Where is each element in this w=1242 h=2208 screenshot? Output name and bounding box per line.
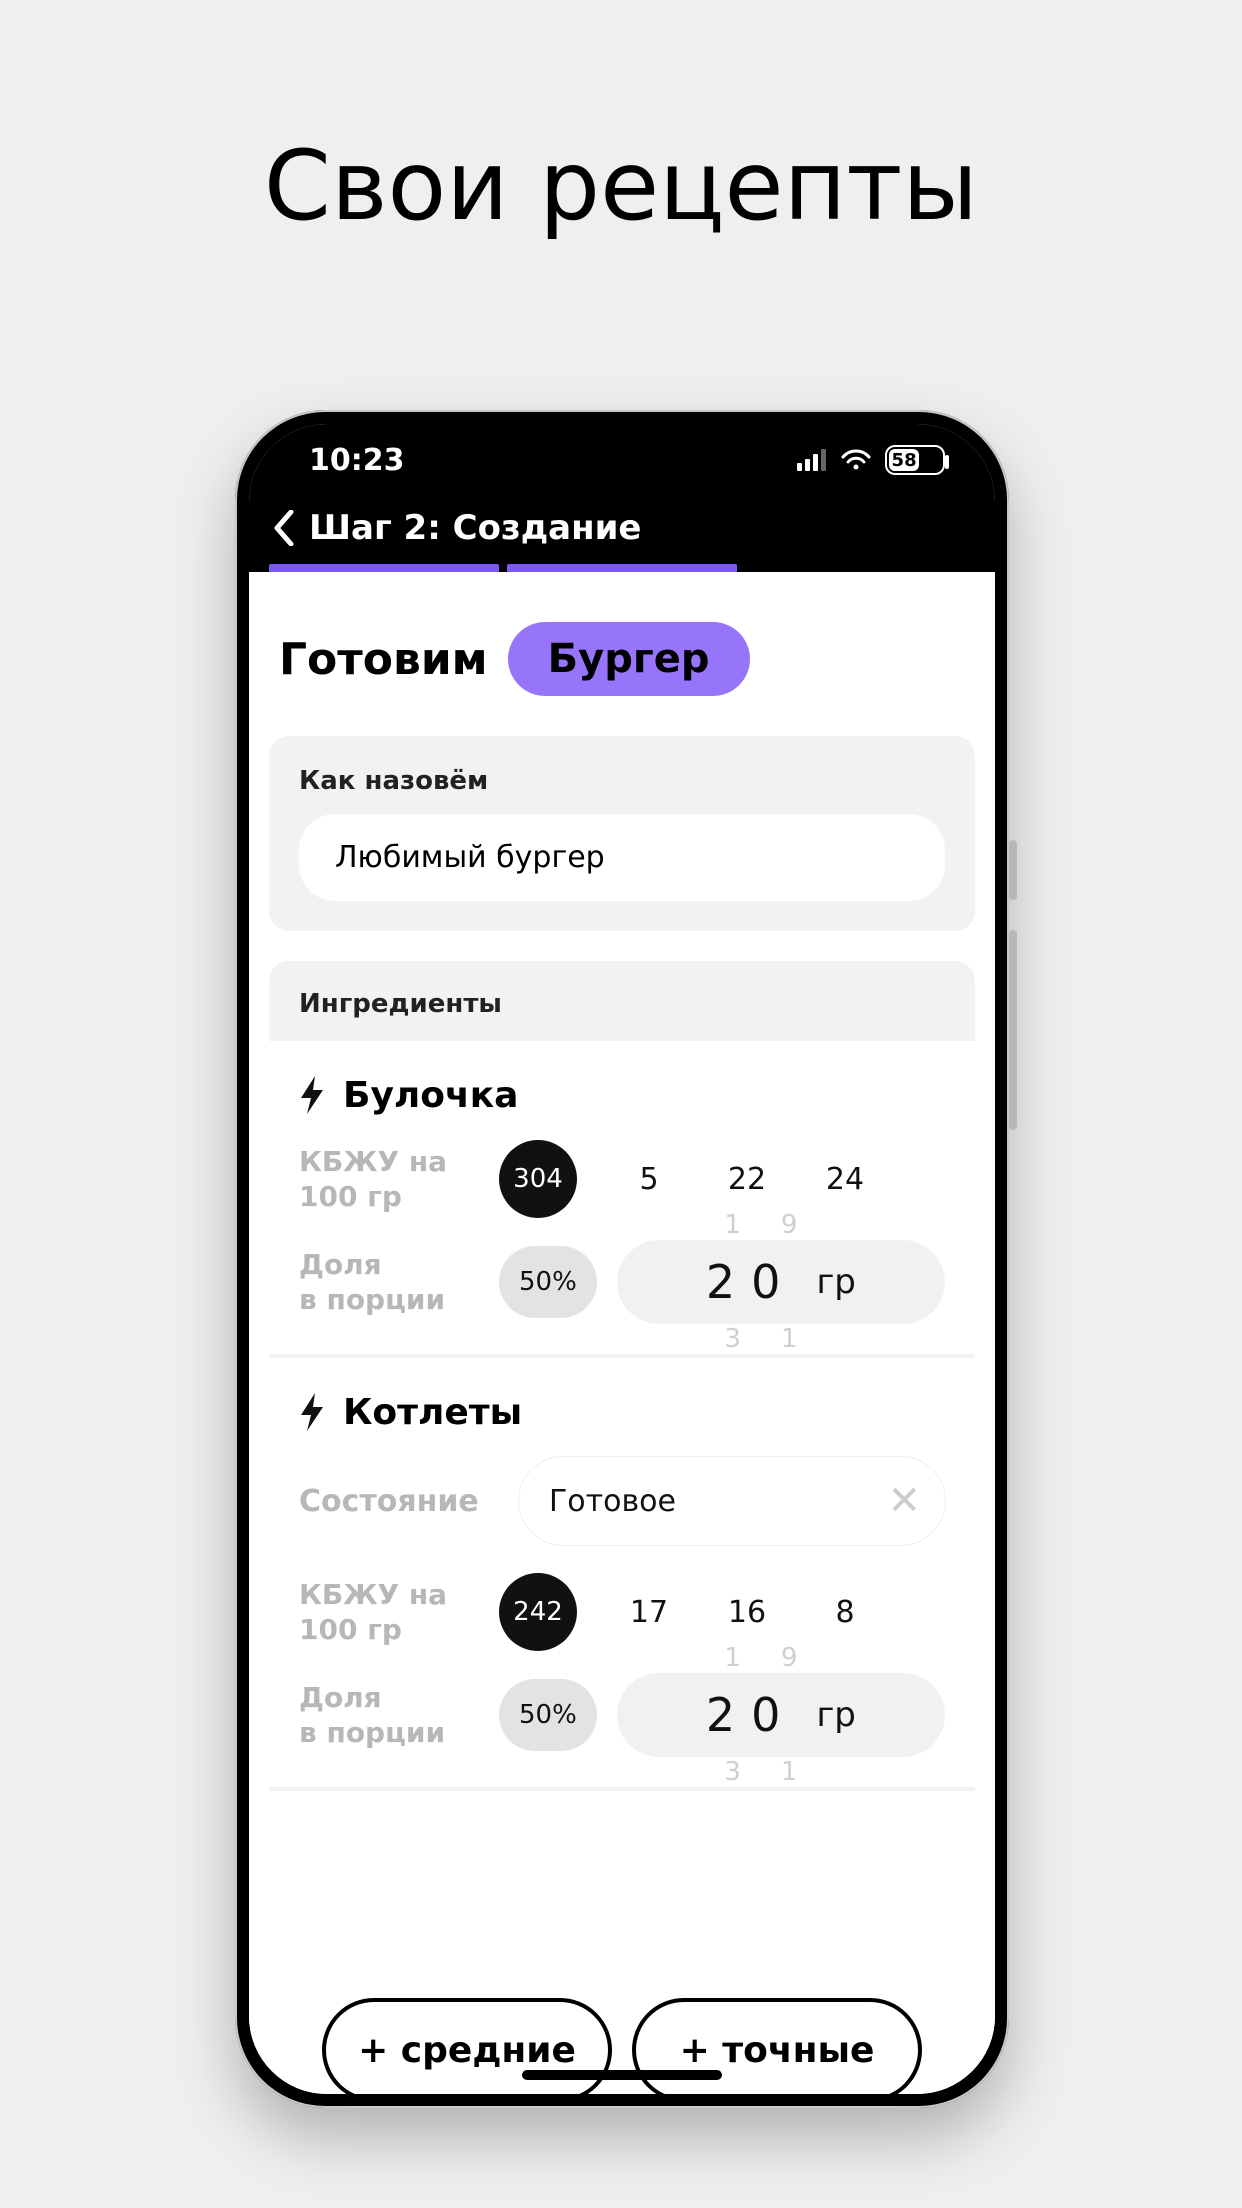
back-button[interactable] xyxy=(269,506,299,550)
clear-icon[interactable]: ✕ xyxy=(887,1478,921,1524)
progress-step xyxy=(745,564,975,572)
fat-value: 22 xyxy=(721,1162,773,1197)
ingredient-card: Котлеты Состояние Готовое ✕ КБЖУ на100 г… xyxy=(269,1362,975,1791)
picker-ghost: 31 xyxy=(724,1757,837,1787)
share-percent[interactable]: 50% xyxy=(499,1679,597,1751)
nav-header: Шаг 2: Создание xyxy=(249,496,995,572)
share-label: Доляв порции xyxy=(299,1247,499,1317)
recipe-name-input[interactable]: Любимый бургер xyxy=(299,814,945,901)
bolt-icon xyxy=(299,1393,329,1433)
recipe-type-chip[interactable]: Бургер xyxy=(508,622,750,696)
ingredient-name: Котлеты xyxy=(343,1392,522,1433)
carb-value: 8 xyxy=(819,1595,871,1630)
portion-unit: гр xyxy=(816,1262,855,1302)
phone-screen: 10:23 58 Шаг 2: Создание xyxy=(249,424,995,2094)
picker-ghost: 31 xyxy=(724,1324,837,1354)
kcal-value[interactable]: 304 xyxy=(499,1140,577,1218)
progress-step xyxy=(269,564,499,572)
kbju-label: КБЖУ на100 гр xyxy=(299,1144,499,1214)
phone-frame: 10:23 58 Шаг 2: Создание xyxy=(235,410,1009,2108)
status-time: 10:23 xyxy=(309,443,405,478)
share-label: Доляв порции xyxy=(299,1680,499,1750)
status-bar: 10:23 58 xyxy=(249,424,995,496)
ingredient-name: Булочка xyxy=(343,1075,518,1116)
progress-bar xyxy=(269,564,975,572)
ingredients-header: Ингредиенты xyxy=(269,961,975,1041)
portion-unit: гр xyxy=(816,1695,855,1735)
portion-picker[interactable]: 19 20 гр 31 xyxy=(617,1673,945,1757)
wifi-icon xyxy=(841,449,871,471)
page-title: Свои рецепты xyxy=(0,0,1242,242)
phone-side-button xyxy=(1009,930,1017,1130)
progress-step xyxy=(507,564,737,572)
protein-value: 5 xyxy=(623,1162,675,1197)
content-area: Готовим Бургер Как назовём Любимый бурге… xyxy=(249,572,995,2094)
fat-value: 16 xyxy=(721,1595,773,1630)
nav-title: Шаг 2: Создание xyxy=(309,508,641,548)
name-card-label: Как назовём xyxy=(299,766,945,796)
home-indicator xyxy=(522,2070,722,2080)
carb-value: 24 xyxy=(819,1162,871,1197)
picker-ghost: 19 xyxy=(724,1210,837,1240)
battery-icon: 58 xyxy=(885,445,945,475)
state-label: Состояние xyxy=(299,1484,499,1519)
portion-value: 20 xyxy=(706,1688,797,1742)
recipe-type-row: Готовим Бургер xyxy=(249,572,995,736)
share-percent[interactable]: 50% xyxy=(499,1246,597,1318)
kcal-value[interactable]: 242 xyxy=(499,1573,577,1651)
picker-ghost: 19 xyxy=(724,1643,837,1673)
battery-percent: 58 xyxy=(889,449,919,471)
state-value: Готовое xyxy=(549,1484,676,1519)
portion-picker[interactable]: 19 20 гр 31 xyxy=(617,1240,945,1324)
name-card: Как назовём Любимый бургер xyxy=(269,736,975,931)
protein-value: 17 xyxy=(623,1595,675,1630)
state-select[interactable]: Готовое ✕ xyxy=(519,1457,945,1545)
phone-side-button xyxy=(1009,840,1017,900)
portion-value: 20 xyxy=(706,1255,797,1309)
ingredient-card: Булочка КБЖУ на100 гр 304 5 22 24 Дол xyxy=(269,1045,975,1358)
cooking-label: Готовим xyxy=(279,634,488,685)
kbju-label: КБЖУ на100 гр xyxy=(299,1577,499,1647)
bolt-icon xyxy=(299,1076,329,1116)
cellular-icon xyxy=(797,449,827,471)
